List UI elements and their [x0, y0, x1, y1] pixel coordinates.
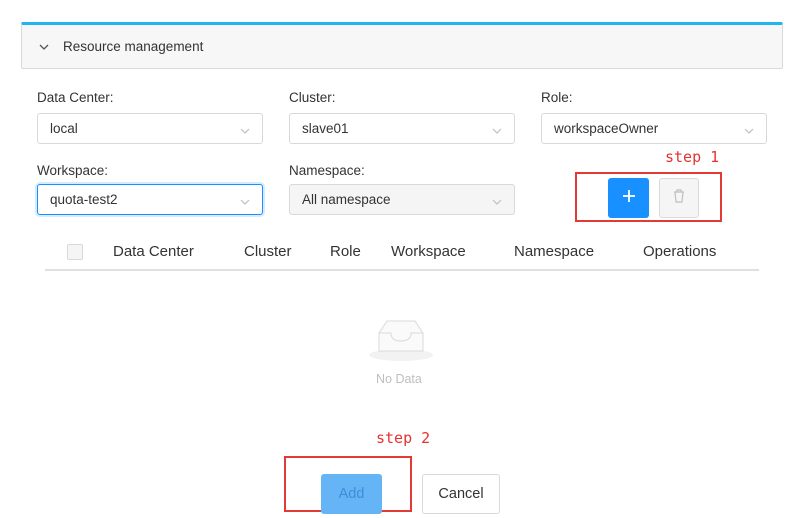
trash-icon	[672, 188, 686, 209]
column-header-cluster: Cluster	[244, 243, 292, 260]
add-button[interactable]: Add	[321, 474, 382, 514]
workspace-label: Workspace:	[37, 163, 109, 178]
namespace-select[interactable]: All namespace	[289, 184, 515, 215]
step-1-annotation: step 1	[665, 148, 720, 166]
column-header-data-center: Data Center	[113, 243, 194, 260]
workspace-value: quota-test2	[50, 192, 118, 207]
chevron-down-icon	[240, 124, 250, 134]
add-row-button[interactable]	[608, 178, 649, 218]
delete-row-button[interactable]	[659, 178, 699, 218]
chevron-down-icon	[240, 195, 250, 205]
plus-icon	[622, 189, 636, 208]
select-all-checkbox[interactable]	[67, 244, 83, 260]
cluster-label: Cluster:	[289, 90, 336, 105]
cluster-value: slave01	[302, 121, 349, 136]
empty-inbox-icon	[367, 317, 435, 363]
data-center-label: Data Center:	[37, 90, 114, 105]
role-label: Role:	[541, 90, 573, 105]
data-center-value: local	[50, 121, 78, 136]
cluster-select[interactable]: slave01	[289, 113, 515, 144]
panel-title: Resource management	[63, 39, 204, 54]
column-header-operations: Operations	[643, 243, 717, 260]
role-select[interactable]: workspaceOwner	[541, 113, 767, 144]
table-header-divider	[45, 269, 759, 271]
chevron-down-icon	[38, 41, 50, 53]
chevron-down-icon	[492, 195, 502, 205]
namespace-label: Namespace:	[289, 163, 365, 178]
empty-state-text: No Data	[376, 372, 422, 386]
column-header-workspace: Workspace	[391, 243, 466, 260]
chevron-down-icon	[492, 124, 502, 134]
workspace-select[interactable]: quota-test2	[37, 184, 263, 215]
column-header-role: Role	[330, 243, 361, 260]
resource-management-panel-header[interactable]: Resource management	[21, 22, 783, 69]
role-value: workspaceOwner	[554, 121, 659, 136]
data-center-select[interactable]: local	[37, 113, 263, 144]
column-header-namespace: Namespace	[514, 243, 595, 260]
namespace-value: All namespace	[302, 192, 391, 207]
step-2-annotation: step 2	[376, 429, 431, 447]
chevron-down-icon	[744, 124, 754, 134]
cancel-button[interactable]: Cancel	[422, 474, 500, 514]
